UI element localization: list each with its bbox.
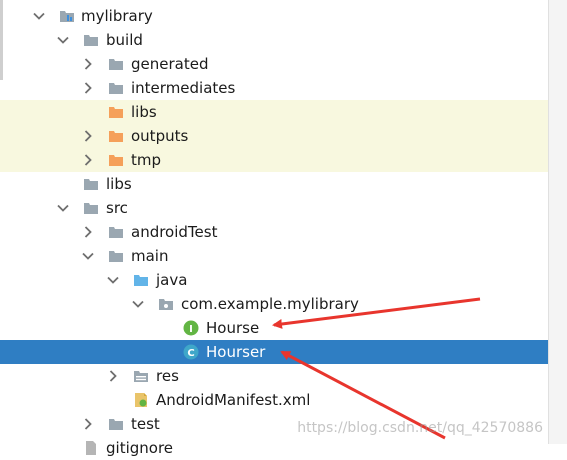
tree-item-label: Hourser: [206, 343, 266, 361]
tree-item-label: outputs: [131, 127, 189, 145]
excluded-folder-icon: [108, 152, 124, 168]
tree-item-package[interactable]: com.example.mylibrary: [0, 292, 548, 316]
class-icon: C: [183, 344, 199, 360]
tree-item-build-libs[interactable]: libs: [0, 100, 548, 124]
project-tree: mylibrary build generated intermediates …: [0, 0, 567, 457]
chevron-right-icon[interactable]: [81, 417, 95, 431]
tree-item-hourser[interactable]: C Hourser: [0, 340, 548, 364]
tree-item-label: libs: [106, 175, 132, 193]
tree-item-src[interactable]: src: [0, 196, 548, 220]
folder-icon: [83, 176, 99, 192]
chevron-right-icon[interactable]: [81, 153, 95, 167]
folder-icon: [108, 248, 124, 264]
folder-icon: [83, 32, 99, 48]
tree-item-generated[interactable]: generated: [0, 52, 548, 76]
chevron-down-icon[interactable]: [56, 201, 70, 215]
class-badge-letter: C: [187, 348, 194, 359]
package-icon: [158, 296, 174, 312]
tree-item-libs[interactable]: libs: [0, 172, 548, 196]
interface-badge-letter: I: [189, 324, 193, 335]
watermark: https://blog.csdn.net/qq_42570886: [297, 420, 543, 436]
tree-item-label: tmp: [131, 151, 162, 169]
tree-item-androidmanifest[interactable]: AndroidManifest.xml: [0, 388, 548, 412]
chevron-down-icon[interactable]: [56, 33, 70, 47]
chevron-right-icon[interactable]: [81, 129, 95, 143]
module-icon: [59, 8, 75, 24]
tree-item-main[interactable]: main: [0, 244, 548, 268]
folder-icon: [108, 80, 124, 96]
chevron-down-icon[interactable]: [106, 273, 120, 287]
chevron-right-icon[interactable]: [81, 57, 95, 71]
tree-item-label: intermediates: [131, 79, 236, 97]
folder-icon: [108, 224, 124, 240]
tree-item-build[interactable]: build: [0, 28, 548, 52]
excluded-folder-icon: [108, 128, 124, 144]
tree-item-label: test: [131, 415, 160, 433]
manifest-icon: [133, 392, 149, 408]
tree-item-label: java: [156, 271, 188, 289]
tree-item-mylibrary[interactable]: mylibrary: [0, 4, 548, 28]
folder-icon: [108, 56, 124, 72]
tree-item-label: gitignore: [106, 439, 174, 457]
chevron-down-icon[interactable]: [32, 9, 46, 23]
tree-item-label: src: [106, 199, 128, 217]
chevron-right-icon[interactable]: [106, 369, 120, 383]
chevron-down-icon[interactable]: [131, 297, 145, 311]
tree-item-label: com.example.mylibrary: [181, 295, 359, 313]
tree-item-label: main: [131, 247, 169, 265]
folder-icon: [83, 200, 99, 216]
tree-item-java[interactable]: java: [0, 268, 548, 292]
source-folder-icon: [133, 272, 149, 288]
excluded-folder-icon: [108, 104, 124, 120]
chevron-right-icon[interactable]: [81, 225, 95, 239]
tree-item-tmp[interactable]: tmp: [0, 148, 548, 172]
folder-icon: [108, 416, 124, 432]
tree-item-label: res: [156, 367, 179, 385]
chevron-right-icon[interactable]: [81, 81, 95, 95]
tree-item-label: build: [106, 31, 143, 49]
tree-item-outputs[interactable]: outputs: [0, 124, 548, 148]
tree-item-label: AndroidManifest.xml: [156, 391, 311, 409]
vertical-scrollbar[interactable]: [548, 0, 567, 444]
interface-icon: I: [183, 320, 199, 336]
chevron-down-icon[interactable]: [81, 249, 95, 263]
file-icon: [83, 440, 99, 456]
tree-item-androidtest[interactable]: androidTest: [0, 220, 548, 244]
tree-item-label: libs: [131, 103, 157, 121]
tree-item-label: Hourse: [206, 319, 260, 337]
tree-item-intermediates[interactable]: intermediates: [0, 76, 548, 100]
tree-item-label: generated: [131, 55, 209, 73]
tree-item-label: mylibrary: [81, 7, 153, 25]
resource-folder-icon: [133, 368, 149, 384]
tree-item-label: androidTest: [131, 223, 218, 241]
tree-item-gitignore[interactable]: gitignore: [0, 436, 548, 460]
tree-item-res[interactable]: res: [0, 364, 548, 388]
tree-item-hourse[interactable]: I Hourse: [0, 316, 548, 340]
